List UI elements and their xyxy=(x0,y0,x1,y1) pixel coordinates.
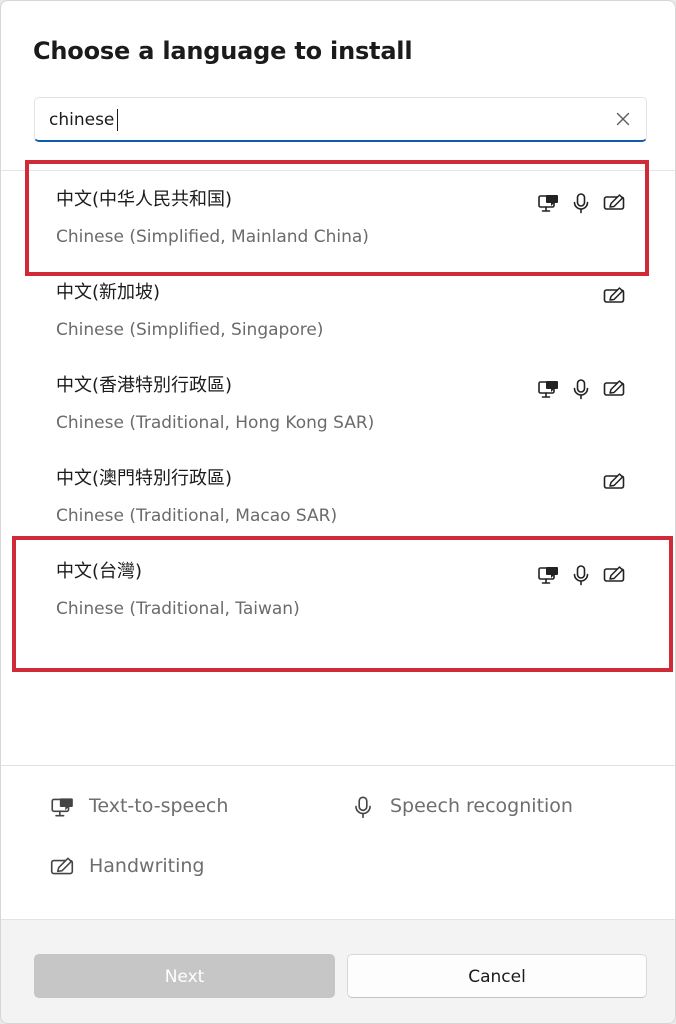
list-item-zh-mo[interactable]: 中文(澳門特別行政區) Chinese (Traditional, Macao … xyxy=(1,450,675,543)
list-item-zh-tw[interactable]: 中文(台灣) Chinese (Traditional, Taiwan) xyxy=(1,543,675,636)
language-english-name: Chinese (Traditional, Taiwan) xyxy=(56,599,300,619)
list-item-zh-cn[interactable]: 中文(中华人民共和国) Chinese (Simplified, Mainlan… xyxy=(1,171,675,264)
legend-text-to-speech: Text-to-speech xyxy=(49,794,309,820)
language-english-name: Chinese (Traditional, Macao SAR) xyxy=(56,506,338,526)
legend-handwriting: Handwriting xyxy=(49,854,309,880)
text-to-speech-icon xyxy=(536,377,560,401)
search-box[interactable] xyxy=(34,97,647,142)
speech-recognition-icon xyxy=(569,377,593,401)
language-list: 中文(中华人民共和国) Chinese (Simplified, Mainlan… xyxy=(1,171,675,765)
close-icon[interactable] xyxy=(614,110,632,128)
handwriting-icon xyxy=(602,191,626,215)
legend-label: Speech recognition xyxy=(390,795,573,817)
list-item-zh-hk[interactable]: 中文(香港特別行政區) Chinese (Traditional, Hong K… xyxy=(1,357,675,450)
next-button[interactable]: Next xyxy=(34,954,335,998)
text-to-speech-icon xyxy=(536,563,560,587)
language-native-name: 中文(中华人民共和国) xyxy=(56,189,233,210)
list-item-zh-sg[interactable]: 中文(新加坡) Chinese (Simplified, Singapore) xyxy=(1,264,675,357)
cancel-button[interactable]: Cancel xyxy=(347,954,647,998)
dialog-footer: Next Cancel xyxy=(1,919,675,1023)
handwriting-icon xyxy=(602,284,626,308)
language-native-name: 中文(澳門特別行政區) xyxy=(56,468,233,489)
language-english-name: Chinese (Simplified, Mainland China) xyxy=(56,227,369,247)
speech-recognition-icon xyxy=(569,191,593,215)
handwriting-icon xyxy=(49,854,75,880)
dialog-title: Choose a language to install xyxy=(33,37,413,65)
legend-speech-recognition: Speech recognition xyxy=(350,794,630,820)
legend-label: Handwriting xyxy=(89,855,205,877)
handwriting-icon xyxy=(602,470,626,494)
search-input[interactable] xyxy=(49,107,589,133)
legend-divider xyxy=(1,765,675,766)
text-to-speech-icon xyxy=(49,794,75,820)
handwriting-icon xyxy=(602,377,626,401)
text-caret xyxy=(117,109,118,131)
text-to-speech-icon xyxy=(536,191,560,215)
speech-recognition-icon xyxy=(569,563,593,587)
language-native-name: 中文(新加坡) xyxy=(56,282,161,303)
handwriting-icon xyxy=(602,563,626,587)
speech-recognition-icon xyxy=(350,794,376,820)
language-english-name: Chinese (Simplified, Singapore) xyxy=(56,320,324,340)
language-native-name: 中文(台灣) xyxy=(56,561,143,582)
language-english-name: Chinese (Traditional, Hong Kong SAR) xyxy=(56,413,375,433)
language-native-name: 中文(香港特別行政區) xyxy=(56,375,233,396)
install-language-dialog: Choose a language to install 中文(中华人民共和国)… xyxy=(0,0,676,1024)
legend-label: Text-to-speech xyxy=(89,795,229,817)
